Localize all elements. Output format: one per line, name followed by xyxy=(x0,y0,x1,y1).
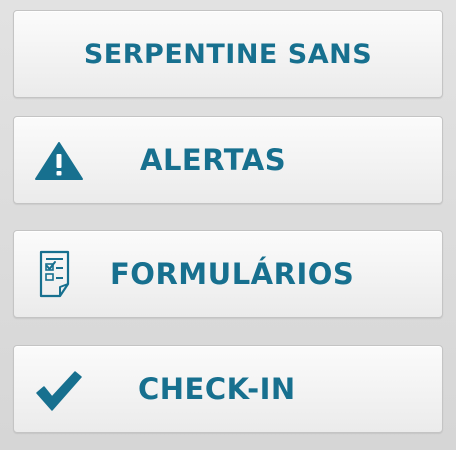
form-checklist-icon xyxy=(39,250,70,298)
main-menu: SERPENTINE SANS ALERTAS FORMULÁRIOS CHEC… xyxy=(0,0,456,450)
alertas-label: ALERTAS xyxy=(140,143,287,177)
checkmark-icon xyxy=(36,371,82,411)
warning-icon xyxy=(35,142,83,180)
formularios-button[interactable]: FORMULÁRIOS xyxy=(13,230,443,318)
serpentine-sans-label: SERPENTINE SANS xyxy=(83,38,373,70)
formularios-label: FORMULÁRIOS xyxy=(110,257,355,291)
serpentine-sans-button[interactable]: SERPENTINE SANS xyxy=(13,10,443,98)
alertas-button[interactable]: ALERTAS xyxy=(13,116,443,204)
check-in-label: CHECK-IN xyxy=(138,372,296,406)
check-in-button[interactable]: CHECK-IN xyxy=(13,345,443,433)
